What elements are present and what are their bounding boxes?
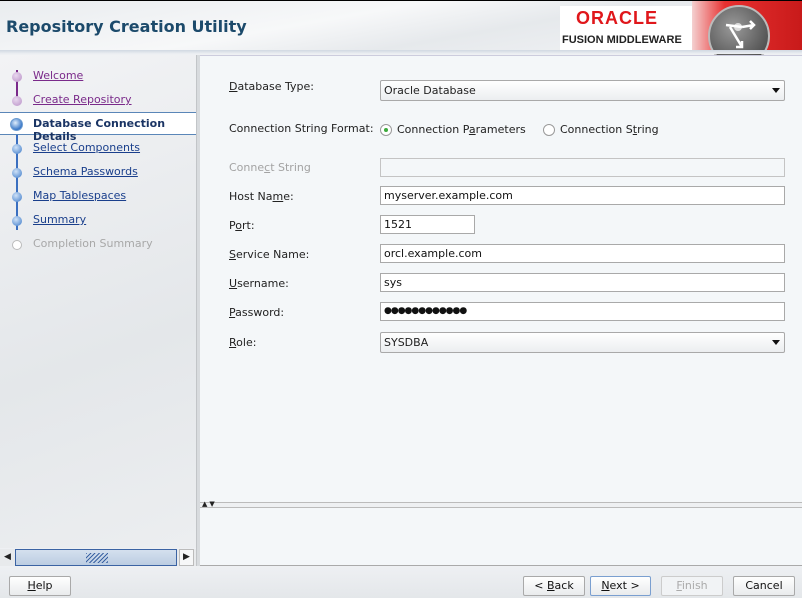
cancel-button[interactable]: Cancel [733, 576, 795, 596]
username-input[interactable]: sys [380, 273, 785, 292]
sidebar-step-welcome[interactable]: Welcome [0, 66, 196, 86]
host-name-input[interactable]: myserver.example.com [380, 186, 785, 205]
finish-button: Finish [661, 576, 723, 596]
step-done-icon [12, 96, 22, 106]
radio-unselected-icon [543, 124, 555, 136]
port-input[interactable]: 1521 [380, 215, 475, 234]
product-name: FUSION MIDDLEWARE [562, 34, 682, 46]
connection-details-form: Database Type: Oracle Database Connectio… [200, 55, 802, 502]
database-type-label: Database Type: [229, 80, 314, 93]
wizard-steps-nav: Welcome Create Repository Database Conne… [0, 55, 196, 548]
username-label: Username: [229, 277, 289, 290]
back-button[interactable]: < Back [523, 576, 585, 596]
sidebar-step-completion-summary: Completion Summary [0, 234, 196, 254]
password-label: Password: [229, 306, 285, 319]
sidebar-step-map-tablespaces[interactable]: Map Tablespaces [0, 186, 196, 206]
scroll-left-arrow-icon[interactable]: ◀ [1, 549, 14, 566]
scroll-right-arrow-icon[interactable]: ▶ [179, 549, 194, 566]
header-banner: Repository Creation Utility ORACLE FUSIO… [0, 0, 802, 67]
role-label: Role: [229, 336, 257, 349]
sidebar-horizontal-scrollbar[interactable]: ◀ ▶ [0, 549, 196, 566]
step-pending-icon [12, 216, 22, 226]
role-select[interactable]: SYSDBA [380, 332, 785, 353]
port-label: Port: [229, 219, 255, 232]
step-disabled-icon [12, 240, 22, 250]
chevron-down-icon [772, 340, 780, 345]
scrollbar-thumb[interactable] [15, 549, 177, 566]
radio-selected-icon [380, 124, 392, 136]
chevron-down-icon [772, 88, 780, 93]
split-arrows-icon[interactable]: ▲▼ [202, 500, 217, 508]
next-button[interactable]: Next > [590, 576, 651, 596]
connection-string-format-label: Connection String Format: [229, 122, 374, 135]
sidebar-step-database-connection-details[interactable]: Database Connection Details [0, 112, 196, 143]
step-pending-icon [12, 144, 22, 154]
step-pending-icon [12, 192, 22, 202]
sidebar-step-schema-passwords[interactable]: Schema Passwords [0, 162, 196, 182]
oracle-wordmark: ORACLE [576, 8, 658, 28]
sidebar-step-summary[interactable]: Summary [0, 210, 196, 230]
window-title: Repository Creation Utility [6, 17, 247, 36]
message-pane [200, 508, 802, 566]
connect-string-label: Connect String [229, 161, 311, 174]
password-input[interactable]: ●●●●●●●●●●●● [380, 302, 785, 321]
step-done-icon [12, 72, 22, 82]
grip-icon [86, 553, 108, 563]
step-pending-icon [12, 168, 22, 178]
help-button[interactable]: Help [9, 576, 71, 596]
database-type-select[interactable]: Oracle Database [380, 80, 785, 101]
host-name-label: Host Name: [229, 190, 294, 203]
sidebar-step-create-repository[interactable]: Create Repository [0, 90, 196, 110]
sidebar-step-select-components[interactable]: Select Components [0, 138, 196, 158]
service-name-input[interactable]: orcl.example.com [380, 244, 785, 263]
service-name-label: Service Name: [229, 248, 310, 261]
connect-string-input [380, 158, 785, 177]
step-current-icon [10, 118, 23, 131]
